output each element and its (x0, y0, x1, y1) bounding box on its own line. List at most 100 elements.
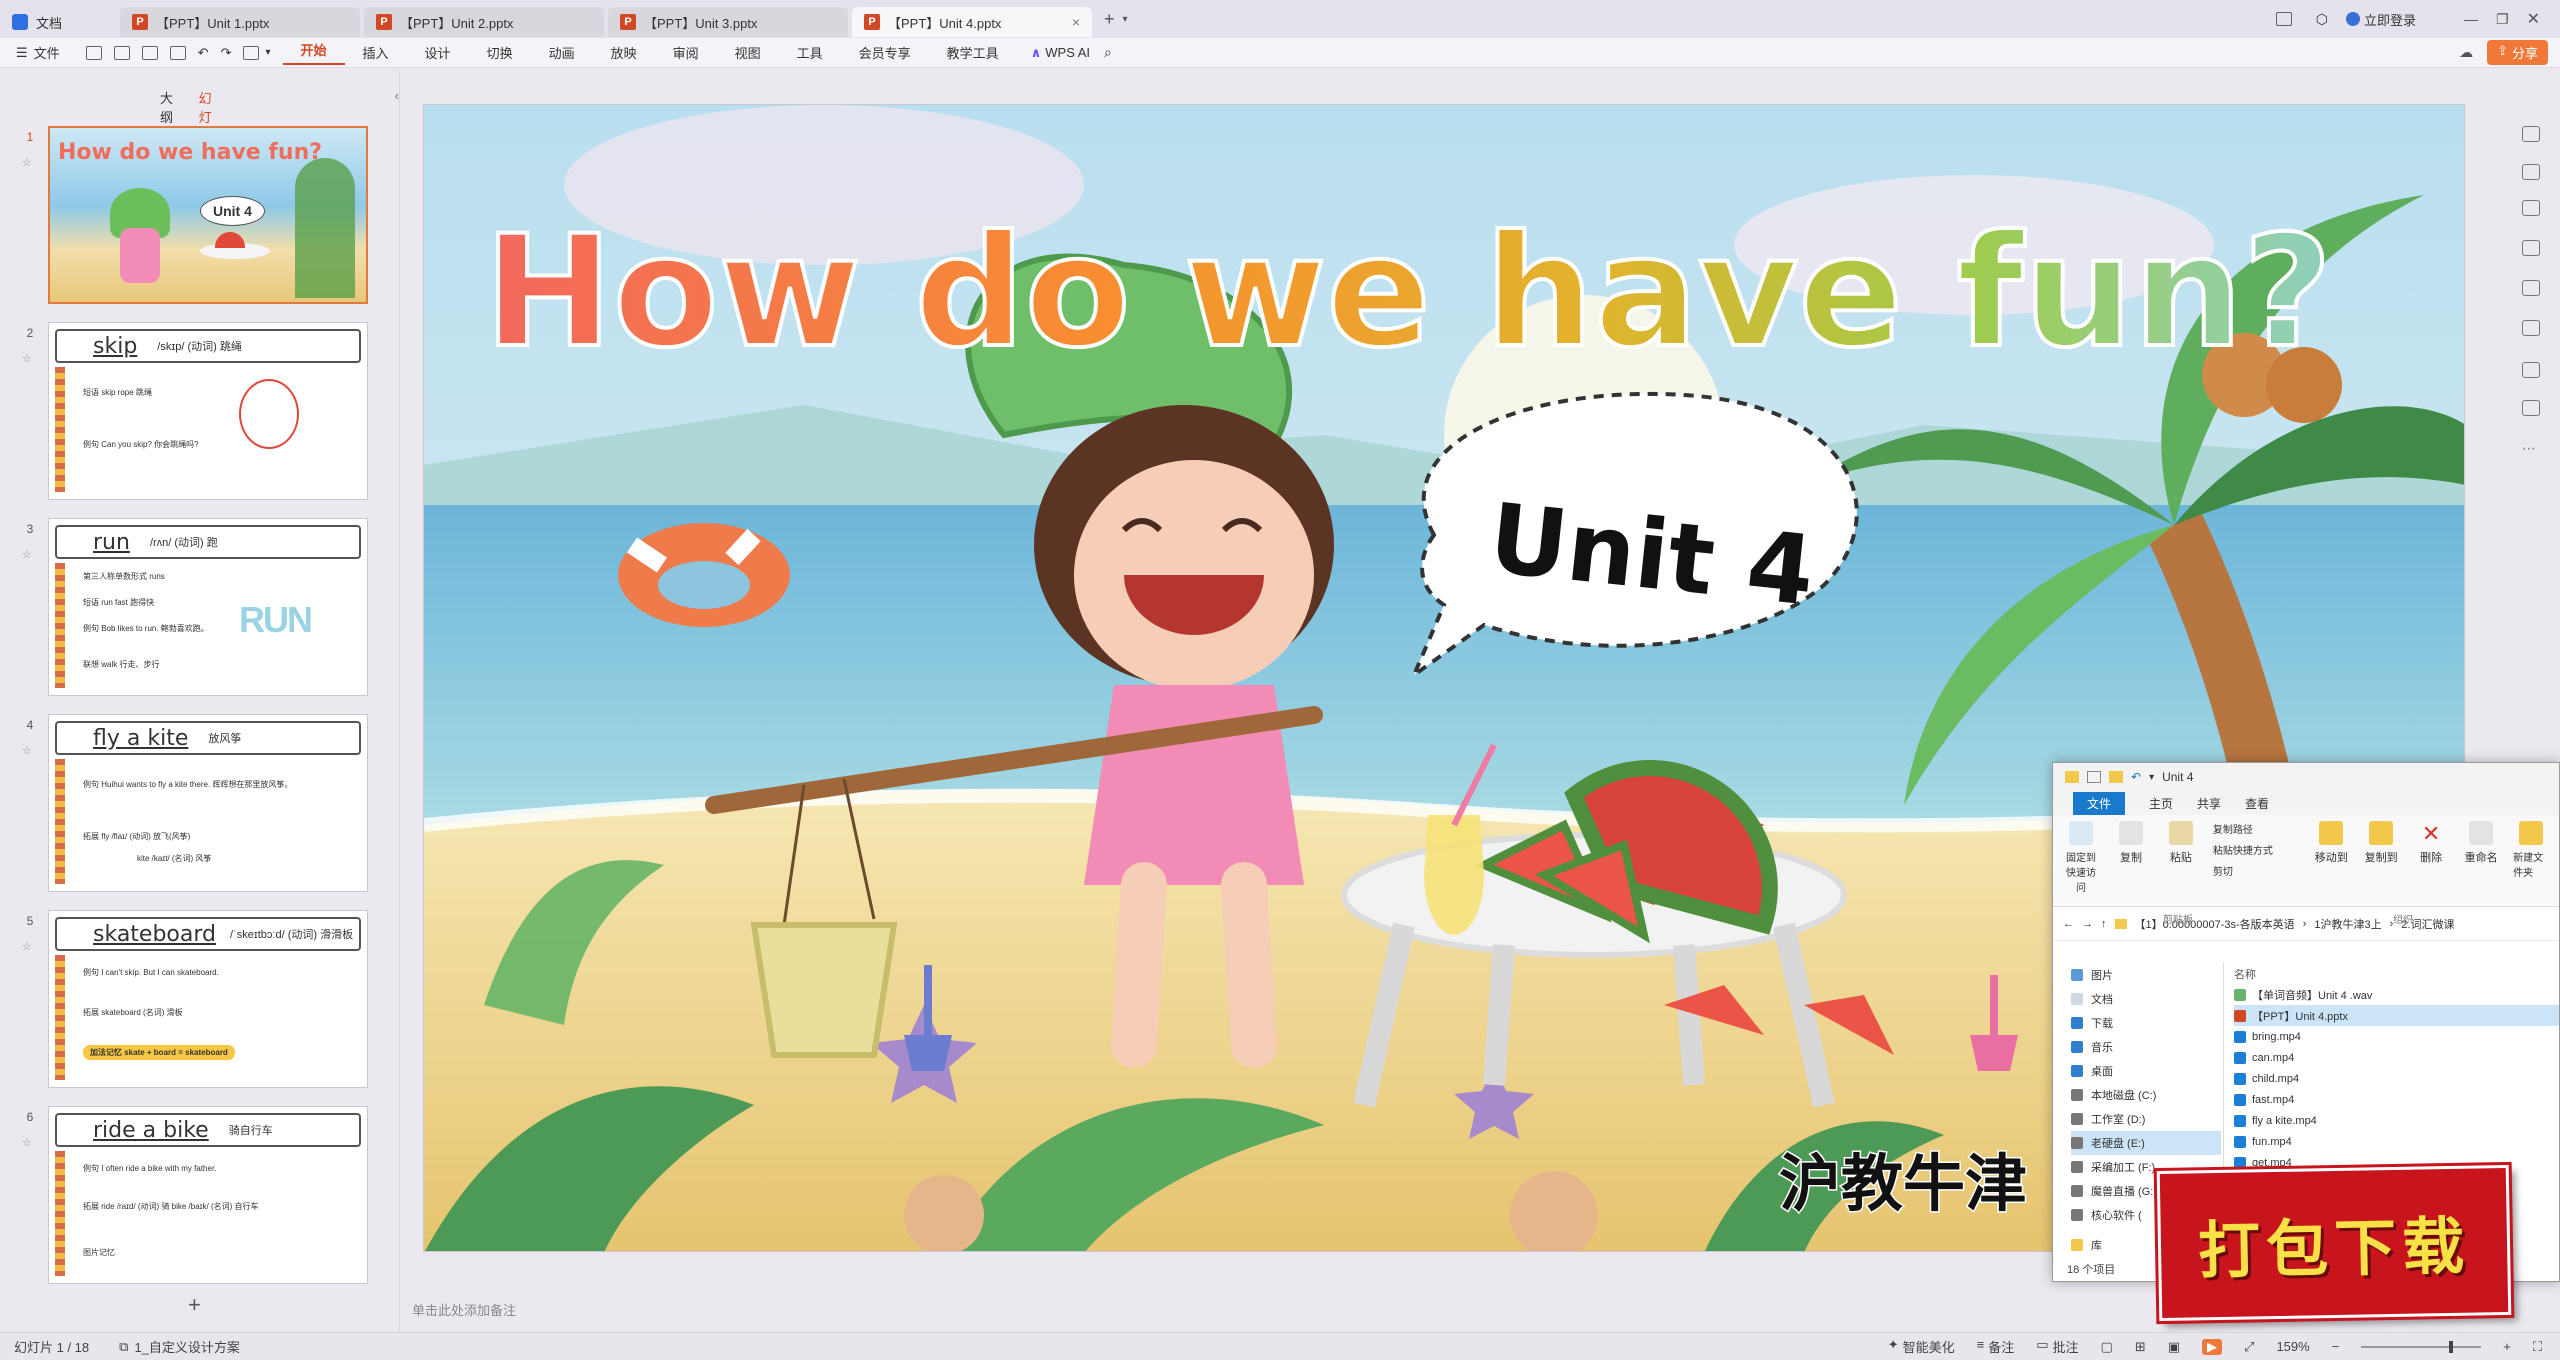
file-item[interactable]: fast.mp4 (2234, 1089, 2559, 1110)
nav-item-documents[interactable]: 文档 (2071, 987, 2221, 1011)
download-banner[interactable]: 打包下载 (2156, 1164, 2512, 1322)
print-icon[interactable] (141, 45, 158, 60)
cloud-icon[interactable]: ☁ (2459, 44, 2473, 61)
animation-tool-icon[interactable] (2522, 240, 2540, 256)
paste-button[interactable]: 粘贴 (2163, 821, 2199, 900)
slide-thumbnail-3[interactable]: 3 ☆ run/rʌn/ (动词) 跑 第三人称单数形式 runs 短语 run… (20, 518, 370, 698)
new-tab-icon[interactable]: + (1104, 9, 1115, 30)
menu-transitions[interactable]: 切换 (469, 43, 531, 62)
slide-thumbnail-4[interactable]: 4 ☆ fly a kite 放风筝 例句 Huihui wants to fly… (20, 714, 370, 894)
normal-view-icon[interactable]: ▢ (2101, 1339, 2113, 1355)
undo-icon[interactable]: ↶ (2131, 770, 2141, 784)
chevron-down-icon[interactable]: ▾ (2149, 772, 2154, 783)
collapse-panel-icon[interactable]: ‹ (395, 88, 399, 150)
tab-documents[interactable]: 文档 (0, 7, 120, 37)
format-painter-icon[interactable] (243, 45, 260, 60)
nav-item-desktop[interactable]: 桌面 (2071, 1059, 2221, 1083)
copy-button[interactable]: 复制 (2113, 821, 2149, 900)
sorter-view-icon[interactable]: ⊞ (2135, 1339, 2146, 1355)
zoom-slider-handle[interactable] (2449, 1340, 2454, 1353)
chevron-down-icon[interactable]: ▾ (1123, 14, 1128, 25)
settings-tool-icon[interactable] (2522, 126, 2540, 142)
undo-icon[interactable]: ↶ (192, 45, 215, 61)
paste-shortcut-button[interactable]: 粘贴快捷方式 (2213, 842, 2299, 857)
login-button[interactable]: 立即登录 (2346, 10, 2416, 29)
menu-animations[interactable]: 动画 (531, 43, 593, 62)
explorer-tab-home[interactable]: 主页 (2149, 795, 2173, 812)
notes-button[interactable]: ≡ 备注 (1977, 1337, 2015, 1356)
redo-icon[interactable]: ↷ (215, 45, 238, 61)
star-icon[interactable]: ☆ (22, 940, 32, 953)
menu-insert[interactable]: 插入 (345, 43, 407, 62)
smart-beautify-button[interactable]: ✦ 智能美化 (1888, 1337, 1955, 1356)
export-icon[interactable] (113, 45, 130, 60)
close-window-icon[interactable]: ✕ (2527, 9, 2540, 29)
explorer-tab-share[interactable]: 共享 (2197, 795, 2221, 812)
file-item[interactable]: bring.mp4 (2234, 1026, 2559, 1047)
theme-name[interactable]: ⧉ 1_自定义设计方案 (89, 1337, 240, 1356)
zoom-out-icon[interactable]: − (2332, 1339, 2340, 1354)
cut-button[interactable]: 剪切 (2213, 863, 2299, 878)
nav-item-downloads[interactable]: 下载 (2071, 1011, 2221, 1035)
notes-placeholder[interactable]: 单击此处添加备注 (412, 1300, 516, 1319)
comments-button[interactable]: ▭ 批注 (2036, 1337, 2078, 1356)
star-icon[interactable]: ☆ (22, 352, 32, 365)
reading-view-icon[interactable]: ▣ (2168, 1339, 2180, 1355)
help-icon[interactable] (2522, 400, 2540, 416)
zoom-level[interactable]: 159% (2276, 1339, 2309, 1354)
menu-home[interactable]: 开始 (282, 40, 345, 65)
tab-unit2[interactable]: P 【PPT】Unit 2.pptx (364, 7, 604, 37)
move-to-button[interactable]: 移动到 (2313, 821, 2349, 900)
delete-button[interactable]: ✕ 删除 (2413, 821, 2449, 900)
menu-design[interactable]: 设计 (407, 43, 469, 62)
file-item[interactable]: fun.mp4 (2234, 1131, 2559, 1152)
play-icon[interactable]: ▶ (2202, 1338, 2223, 1355)
star-icon[interactable]: ☆ (22, 548, 32, 561)
star-icon[interactable]: ☆ (22, 744, 32, 757)
search-icon[interactable]: ⌕ (1104, 44, 1112, 61)
zoom-slider[interactable] (2361, 1340, 2482, 1353)
file-item[interactable]: 【PPT】Unit 4.pptx (2234, 1005, 2559, 1026)
copy-to-button[interactable]: 复制到 (2363, 821, 2399, 900)
fit-icon[interactable]: ⤢ (2244, 1339, 2254, 1355)
copy-path-button[interactable]: 复制路径 (2213, 821, 2299, 836)
window-icon[interactable] (2275, 12, 2292, 26)
slide-thumbnail-6[interactable]: 6 ☆ ride a bike 骑自行车 例句 I often ride a bi… (20, 1106, 370, 1286)
restore-icon[interactable]: ❐ (2496, 11, 2509, 28)
nav-item-drive-e[interactable]: 老硬盘 (E:) (2071, 1131, 2221, 1155)
tab-unit3[interactable]: P 【PPT】Unit 3.pptx (608, 7, 848, 37)
explorer-tab-file[interactable]: 文件 (2073, 791, 2126, 815)
close-tab-icon[interactable]: × (1072, 14, 1080, 30)
file-item[interactable]: 【单词音频】Unit 4 .wav (2234, 984, 2559, 1005)
list-tool-icon[interactable] (2522, 362, 2540, 378)
nav-item-music[interactable]: 音乐 (2071, 1035, 2221, 1059)
slide-title[interactable]: How do we have fun? (482, 201, 2334, 384)
zoom-in-icon[interactable]: + (2503, 1339, 2511, 1354)
file-menu[interactable]: 文件 (34, 43, 80, 62)
share-button[interactable]: ⇪ 分享 (2487, 40, 2548, 65)
star-icon[interactable]: ☆ (22, 1136, 32, 1149)
shape-tool-icon[interactable] (2522, 200, 2540, 216)
nav-item-drive-c[interactable]: 本地磁盘 (C:) (2071, 1083, 2221, 1107)
tab-unit4[interactable]: P 【PPT】Unit 4.pptx × (852, 7, 1092, 37)
star-icon[interactable]: ☆ (22, 156, 32, 169)
nav-item-pictures[interactable]: 图片 (2071, 963, 2221, 987)
chevron-down-icon[interactable]: ▾ (265, 47, 270, 58)
menu-member[interactable]: 会员专享 (841, 43, 929, 62)
tab-unit1[interactable]: P 【PPT】Unit 1.pptx (120, 7, 360, 37)
explorer-tab-view[interactable]: 查看 (2245, 795, 2269, 812)
hamburger-icon[interactable]: ☰ (0, 45, 34, 61)
menu-review[interactable]: 审阅 (655, 43, 717, 62)
magic-tool-icon[interactable] (2522, 280, 2540, 296)
fit-window-icon[interactable]: ⛶ (2533, 1339, 2542, 1355)
menu-slideshow[interactable]: 放映 (593, 43, 655, 62)
new-folder-icon[interactable] (2109, 771, 2123, 783)
menu-tools[interactable]: 工具 (779, 43, 841, 62)
forward-icon[interactable]: → (2082, 918, 2093, 930)
nav-item-drive-d[interactable]: 工作室 (D:) (2071, 1107, 2221, 1131)
menu-teaching-tools[interactable]: 教学工具 (929, 43, 1017, 62)
add-slide-button[interactable]: + (188, 1292, 201, 1318)
rename-button[interactable]: 重命名 (2463, 821, 2499, 900)
minimize-icon[interactable]: — (2464, 11, 2478, 27)
publisher-label[interactable]: 沪教牛津 (1778, 1146, 2029, 1222)
